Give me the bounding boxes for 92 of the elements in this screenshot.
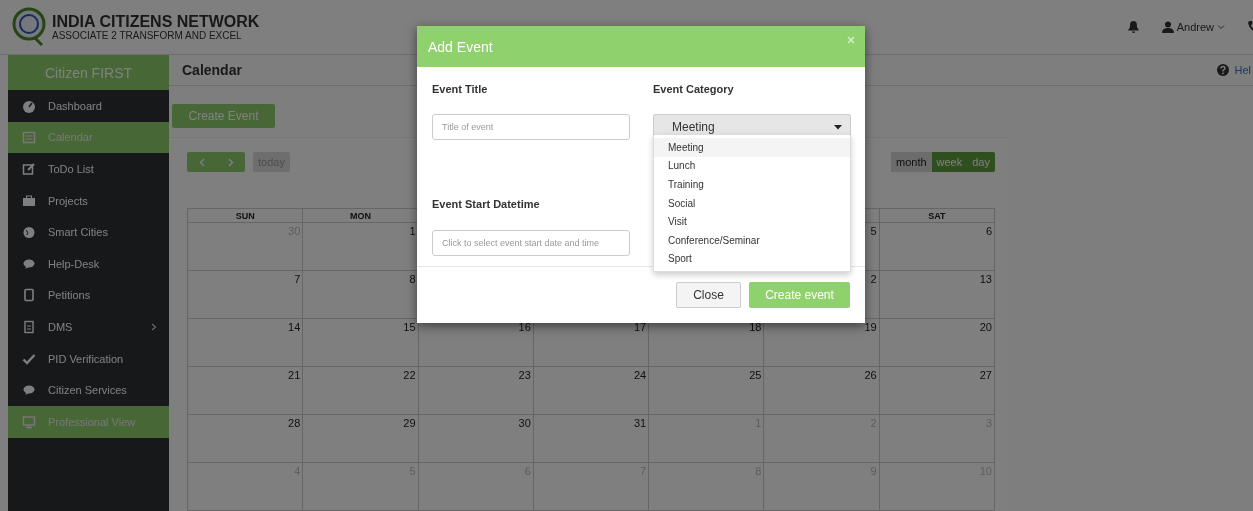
sidebar-item[interactable]: Citizen Services [8, 374, 169, 406]
sidebar-item-label: Citizen Services [48, 384, 127, 397]
monitor-icon [22, 414, 36, 429]
day-number: 25 [749, 369, 762, 381]
day-number: 19 [864, 321, 877, 333]
view-tab[interactable]: month [891, 152, 932, 172]
day-number: 18 [749, 321, 762, 333]
event-title-field[interactable]: Title of event [432, 114, 630, 141]
close-button[interactable]: Close [676, 282, 741, 308]
dropdown-option[interactable]: Sport [654, 249, 850, 269]
chevron-down-icon [1217, 24, 1225, 30]
day-number: 28 [288, 417, 301, 429]
close-icon[interactable] [847, 36, 855, 44]
sidebar-item-label: ToDo List [48, 163, 94, 175]
chevron-right-icon [151, 322, 157, 331]
sidebar-item[interactable]: Help-Desk [8, 247, 169, 280]
day-number: 16 [518, 321, 531, 333]
day-number: 7 [294, 273, 301, 285]
day-number: 13 [979, 273, 992, 285]
calendar-icon [22, 130, 36, 145]
mobile-phone-icon [22, 288, 36, 303]
sidebar-item[interactable]: Dashboard [8, 90, 169, 122]
brand-title: INDIA CITIZENS NETWORK [52, 13, 260, 30]
day-number: 29 [403, 417, 416, 429]
user-menu[interactable]: Andrew [1161, 21, 1225, 33]
day-number: 6 [985, 225, 992, 237]
sidebar-item[interactable]: Smart Cities [8, 216, 169, 248]
help-icon [1217, 64, 1230, 77]
sidebar-item-label: Help-Desk [48, 257, 100, 270]
view-tab[interactable]: week [931, 152, 968, 172]
chevron-right-icon [227, 157, 234, 167]
field-label: Event Start Datetime [432, 198, 541, 213]
sidebar-item-label: Calendar [48, 131, 93, 144]
dropdown-option[interactable]: Training [654, 175, 850, 194]
day-number: 21 [288, 369, 301, 381]
day-number: 5 [870, 225, 877, 237]
sidebar-item-label: Smart Cities [48, 226, 108, 239]
speech-bubble-icon [22, 383, 36, 398]
dropdown-option[interactable]: Social [654, 193, 850, 213]
event-start-field[interactable]: Click to select event start date and time [432, 229, 630, 256]
help-link[interactable]: Hel [1234, 64, 1251, 77]
day-number: 26 [864, 369, 877, 381]
day-number: 8 [409, 273, 416, 285]
weekday-header: MON [349, 210, 371, 221]
day-number: 24 [633, 369, 647, 381]
view-tab[interactable]: day [967, 152, 995, 172]
weekday-header: SAT [928, 210, 946, 221]
logo-icon [12, 7, 46, 47]
globe-icon [22, 225, 36, 240]
day-number: 23 [518, 369, 531, 381]
sidebar-item-label: Dashboard [48, 99, 102, 112]
dropdown-option[interactable]: Visit [654, 212, 850, 231]
sidebar-item[interactable]: Petitions [8, 279, 169, 312]
user-icon [1161, 21, 1174, 33]
check-icon [22, 351, 36, 366]
sidebar-item-label: Professional View [48, 415, 136, 428]
sidebar-item-label: Projects [48, 194, 88, 207]
user-name: Andrew [1176, 21, 1214, 33]
day-number: 1 [409, 225, 416, 237]
day-number: 30 [518, 417, 531, 429]
field-label: Event Category [653, 83, 735, 97]
day-number: 31 [633, 417, 647, 429]
day-number: 20 [979, 321, 992, 333]
chevron-left-icon [198, 157, 205, 167]
sidebar-item[interactable]: DMS [8, 311, 169, 343]
gauge-icon [22, 98, 36, 113]
page-title: Calendar [182, 62, 242, 79]
sidebar-item[interactable]: Projects [8, 184, 169, 217]
caret-icon [834, 124, 842, 130]
day-number: 22 [403, 369, 416, 381]
day-number: 27 [979, 369, 992, 381]
sidebar-item[interactable]: ToDo List [8, 153, 169, 185]
sidebar-title: Citizen FIRST [8, 55, 169, 90]
bell-icon[interactable] [1126, 20, 1140, 34]
field-label: Event Title [432, 83, 489, 97]
weekday-header: SUN [235, 210, 255, 221]
day-number: 2 [870, 273, 877, 285]
document-icon [22, 319, 36, 334]
sidebar-item-label: Petitions [48, 289, 91, 302]
briefcase-icon [22, 193, 36, 208]
day-number: 17 [633, 321, 647, 333]
sidebar-item-label: PID Verification [48, 352, 124, 365]
sidebar-item-label: DMS [48, 320, 73, 333]
dropdown-option[interactable]: Lunch [654, 156, 850, 176]
edit-icon [22, 162, 36, 176]
dropdown-option[interactable]: Conference/Seminar [654, 230, 850, 250]
day-number: 14 [288, 321, 301, 333]
brand-subtitle: ASSOCIATE 2 TRANSFORM AND EXCEL [52, 30, 243, 41]
dropdown-option[interactable]: Meeting [654, 138, 850, 157]
sidebar-item[interactable]: PID Verification [8, 342, 169, 375]
dialog-title: Add Event [428, 38, 493, 55]
day-number: 15 [403, 321, 416, 333]
